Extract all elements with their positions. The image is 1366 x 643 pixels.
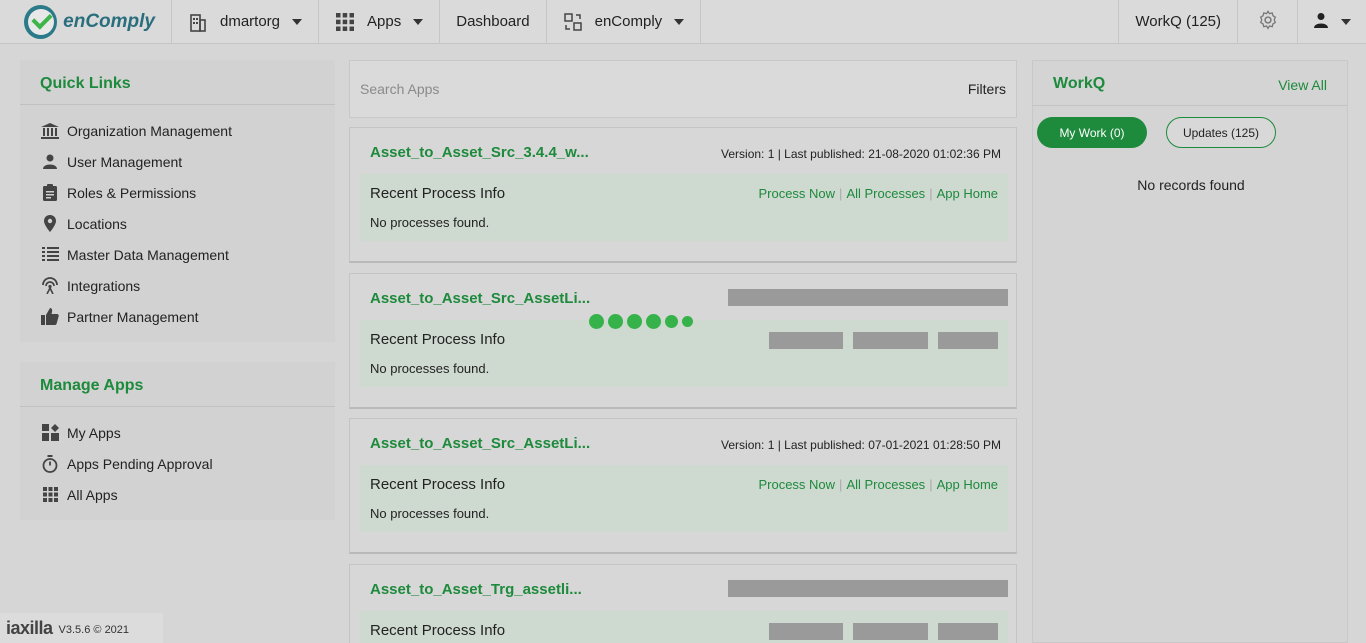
version-placeholder (728, 580, 1008, 597)
broadcast-icon (40, 277, 60, 295)
no-processes-text: No processes found. (370, 361, 490, 376)
logo-icon (24, 4, 58, 39)
manage-link-my-apps[interactable]: My Apps (20, 417, 335, 448)
user-icon (1313, 12, 1329, 32)
gear-icon (1257, 9, 1279, 35)
footer-logo: iaxilla (6, 617, 53, 638)
workq-title: WorkQ (1053, 75, 1106, 92)
manage-apps-title: Manage Apps (20, 362, 335, 407)
manage-link-all-apps[interactable]: All Apps (20, 479, 335, 510)
quick-link-organization-management[interactable]: Organization Management (20, 115, 335, 146)
footer-version: V3.5.6 © 2021 (58, 624, 130, 636)
user-menu[interactable] (1298, 0, 1366, 43)
apps-menu[interactable]: Apps (319, 0, 441, 43)
app-version-info: Version: 1 | Last published: 07-01-2021 … (721, 438, 1001, 452)
recent-process-box: Recent Process Info (360, 611, 1008, 643)
all-processes-link[interactable]: All Processes (846, 186, 925, 201)
switch-icon (563, 12, 583, 32)
quick-links-title: Quick Links (20, 60, 335, 105)
my-work-tab[interactable]: My Work (0) (1037, 117, 1147, 148)
app-action-links: Process Now | All Processes | App Home (758, 477, 998, 492)
quick-link-integrations[interactable]: Integrations (20, 270, 335, 301)
apps-label: Apps (367, 13, 402, 30)
dashboard-link[interactable]: Dashboard (440, 0, 547, 43)
link-placeholder (853, 623, 928, 640)
app-title[interactable]: Asset_to_Asset_Src_AssetLi... (370, 435, 590, 452)
quick-link-user-management[interactable]: User Management (20, 146, 335, 177)
search-input[interactable] (360, 81, 760, 97)
link-placeholder (853, 332, 928, 349)
link-placeholder (938, 332, 998, 349)
recent-process-box: Recent Process Info No processes found. (360, 320, 1008, 387)
dashboard-label: Dashboard (456, 13, 530, 30)
product-switcher[interactable]: enComply (547, 0, 702, 43)
app-home-link[interactable]: App Home (937, 477, 998, 492)
app-title[interactable]: Asset_to_Asset_Src_AssetLi... (370, 290, 590, 307)
brand-name: enComply (63, 10, 155, 32)
manage-apps-panel: Manage Apps My Apps Apps Pending Approva… (20, 362, 335, 520)
workq-count: WorkQ (125) (1135, 13, 1221, 30)
version-placeholder (728, 289, 1008, 306)
list-icon (40, 246, 60, 264)
quick-link-master-data-management[interactable]: Master Data Management (20, 239, 335, 270)
workq-link[interactable]: WorkQ (125) (1119, 0, 1238, 43)
app-card: Asset_to_Asset_Src_AssetLi... Recent Pro… (349, 273, 1017, 409)
recent-process-box: Recent Process Info Process Now | All Proc… (360, 174, 1008, 241)
recent-process-heading: Recent Process Info (370, 476, 506, 493)
org-name: dmartorg (220, 13, 281, 30)
app-card: Asset_to_Asset_Src_AssetLi... Version: 1… (349, 418, 1017, 554)
app-title[interactable]: Asset_to_Asset_Src_3.4.4_w... (370, 144, 589, 161)
recent-process-heading: Recent Process Info (370, 185, 506, 202)
chevron-down-icon (674, 18, 685, 25)
loading-spinner (589, 314, 693, 329)
filters-button[interactable]: Filters (968, 81, 1006, 97)
app-search-bar: Filters (349, 60, 1017, 118)
app-version-info: Version: 1 | Last published: 21-08-2020 … (721, 147, 1001, 161)
quick-link-locations[interactable]: Locations (20, 208, 335, 239)
bank-icon (40, 122, 60, 140)
manage-link-apps-pending-approval[interactable]: Apps Pending Approval (20, 448, 335, 479)
updates-tab[interactable]: Updates (125) (1166, 117, 1276, 148)
link-placeholder (769, 623, 843, 640)
workq-panel: WorkQ View All My Work (0) Updates (125)… (1032, 60, 1348, 643)
app-card: Asset_to_Asset_Trg_assetli... Recent Pro… (349, 564, 1017, 643)
link-placeholder (938, 623, 998, 640)
recent-process-heading: Recent Process Info (370, 622, 506, 639)
grid-icon (40, 486, 60, 504)
product-name: enComply (594, 13, 663, 30)
link-placeholder (769, 332, 843, 349)
building-icon (188, 12, 208, 32)
process-now-link[interactable]: Process Now (758, 477, 835, 492)
all-processes-link[interactable]: All Processes (846, 477, 925, 492)
app-card: Asset_to_Asset_Src_3.4.4_w... Version: 1… (349, 127, 1017, 263)
settings-button[interactable] (1238, 0, 1298, 43)
clipboard-icon (40, 184, 60, 202)
view-all-link[interactable]: View All (1278, 77, 1327, 105)
process-now-link[interactable]: Process Now (758, 186, 835, 201)
map-pin-icon (40, 215, 60, 233)
app-home-link[interactable]: App Home (937, 186, 998, 201)
chevron-down-icon (292, 18, 303, 25)
app-action-links: Process Now | All Processes | App Home (758, 186, 998, 201)
org-selector[interactable]: dmartorg (172, 0, 320, 43)
no-processes-text: No processes found. (370, 506, 490, 521)
quick-link-partner-management[interactable]: Partner Management (20, 301, 335, 332)
chevron-down-icon (413, 18, 424, 25)
no-processes-text: No processes found. (370, 215, 490, 230)
top-navbar: enComply dmartorg Apps Dashboard enCompl… (0, 0, 1366, 44)
user-icon (40, 153, 60, 171)
thumbs-up-icon (40, 308, 60, 326)
recent-process-box: Recent Process Info Process Now | All Proc… (360, 465, 1008, 532)
quick-link-roles-permissions[interactable]: Roles & Permissions (20, 177, 335, 208)
chevron-down-icon (1341, 18, 1351, 25)
app-grid-icon (40, 424, 60, 442)
app-title[interactable]: Asset_to_Asset_Trg_assetli... (370, 581, 582, 598)
stopwatch-icon (40, 454, 60, 473)
brand-logo[interactable]: enComply (0, 0, 172, 43)
recent-process-heading: Recent Process Info (370, 331, 506, 348)
empty-state-text: No records found (1137, 177, 1245, 193)
footer-brand: iaxilla V3.5.6 © 2021 (0, 613, 163, 643)
grid-icon (335, 12, 355, 32)
quick-links-panel: Quick Links Organization Management User… (20, 60, 335, 342)
